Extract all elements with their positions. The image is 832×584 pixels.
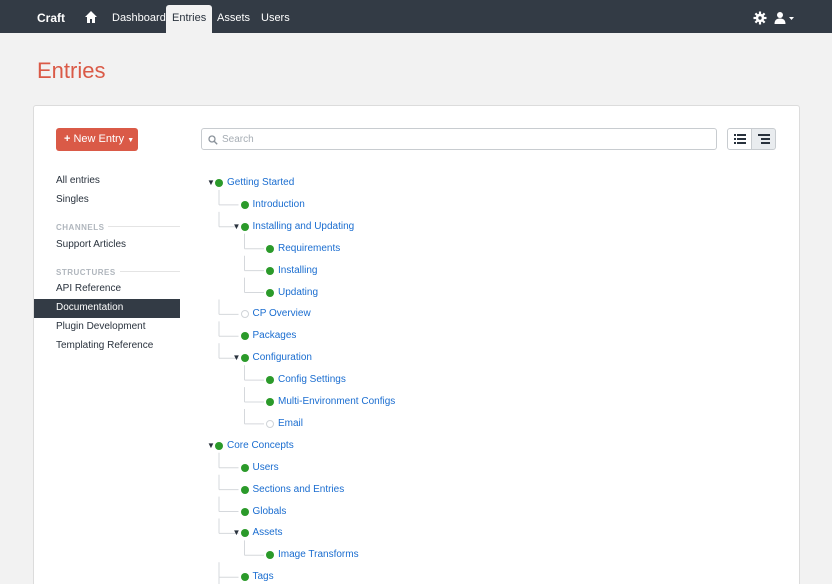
nav-users[interactable]: Users	[255, 5, 296, 33]
tree-node-label[interactable]: Multi-Environment Configs	[278, 395, 395, 409]
tree-node-label[interactable]: Requirements	[278, 242, 340, 256]
tree-node-label[interactable]: Image Transforms	[278, 548, 359, 562]
tree-node-label[interactable]: Core Concepts	[227, 439, 294, 453]
status-dot	[240, 507, 249, 516]
tree-node-label[interactable]: Users	[253, 461, 279, 475]
status-dot	[240, 529, 249, 538]
status-dot	[240, 222, 249, 231]
tree-node-label[interactable]: Configuration	[253, 351, 312, 365]
tree-node-label[interactable]: CP Overview	[253, 307, 311, 321]
content-panel: + New Entry ▼ All entries Singles CHANNELS…	[33, 105, 800, 584]
status-dot	[240, 573, 249, 582]
page-title: Entries	[37, 58, 106, 83]
status-dot	[240, 332, 249, 341]
brand-logo[interactable]: Craft	[37, 11, 65, 25]
status-dot	[215, 441, 223, 450]
tree-node-label[interactable]: Updating	[278, 286, 318, 300]
tree-node-label[interactable]: Email	[278, 417, 303, 431]
expand-toggle-icon[interactable]: ▼	[233, 220, 241, 234]
status-dot	[240, 485, 249, 494]
tree-node-label[interactable]: Tags	[253, 570, 274, 584]
nav-dashboard[interactable]: Dashboard	[106, 5, 172, 33]
tree-node-label[interactable]: Introduction	[253, 198, 305, 212]
tree-node-label[interactable]: Installing and Updating	[253, 220, 355, 234]
tree-node-label[interactable]: Packages	[253, 329, 297, 343]
tree-node-label[interactable]: Config Settings	[278, 373, 346, 387]
home-icon[interactable]	[84, 10, 98, 24]
tree-node-label[interactable]: Globals	[253, 505, 287, 519]
status-dot	[266, 244, 274, 253]
expand-toggle-icon[interactable]: ▼	[207, 176, 215, 190]
status-dot	[240, 354, 249, 363]
expand-toggle-icon[interactable]: ▼	[233, 526, 241, 540]
status-dot	[240, 200, 249, 209]
tree-node-label[interactable]: Getting Started	[227, 176, 294, 190]
nav-assets[interactable]: Assets	[211, 5, 256, 33]
gear-icon[interactable]	[753, 11, 767, 25]
tree-node-label[interactable]: Assets	[253, 526, 283, 540]
top-navbar: Craft Dashboard Entries Assets Users	[0, 0, 832, 33]
tree-node-label[interactable]: Installing	[278, 264, 317, 278]
status-dot	[240, 463, 249, 472]
status-dot	[240, 310, 249, 319]
expand-toggle-icon[interactable]: ▼	[207, 439, 215, 453]
expand-toggle-icon[interactable]: ▼	[233, 351, 241, 365]
status-dot	[266, 419, 274, 428]
status-dot	[266, 266, 274, 275]
structure-tree: ▼ Getting Started Introduction ▼ Installing …	[34, 106, 801, 584]
nav-entries[interactable]: Entries	[166, 5, 213, 33]
user-icon[interactable]	[774, 11, 796, 25]
status-dot	[266, 398, 274, 406]
tree-connector-lines	[218, 190, 264, 584]
status-dot	[215, 179, 223, 187]
tree-node-label[interactable]: Sections and Entries	[253, 483, 345, 497]
status-dot	[266, 288, 274, 297]
